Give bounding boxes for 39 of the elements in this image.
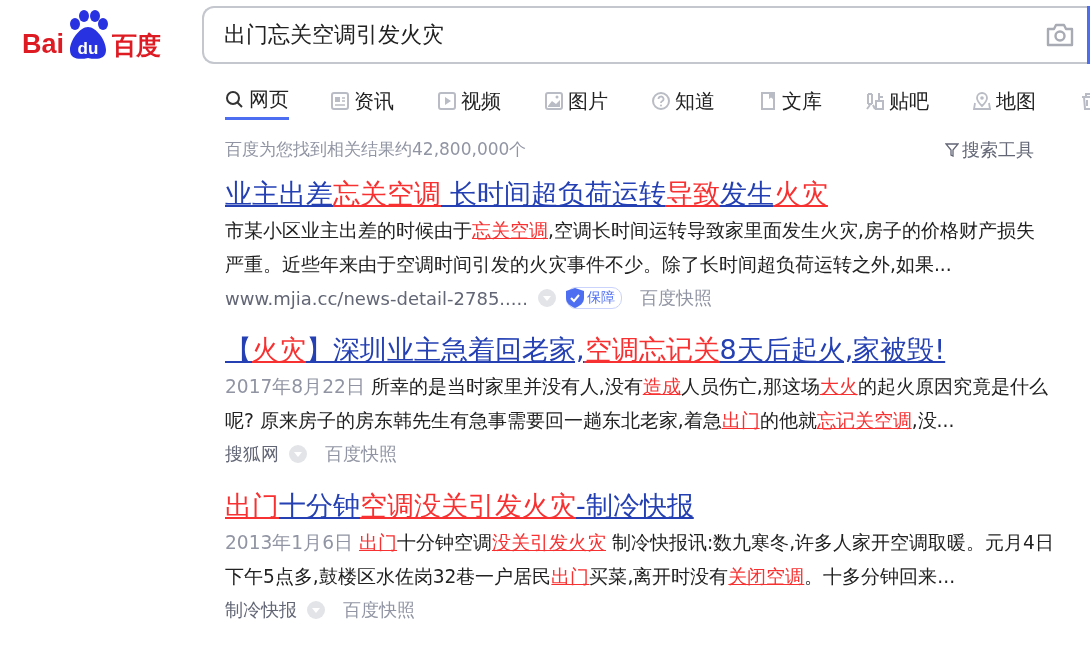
book-icon [758, 91, 778, 111]
verified-badge: 保障 [565, 287, 622, 309]
tab[interactable]: 贴吧 [865, 82, 972, 120]
dropdown-icon[interactable] [537, 289, 556, 307]
result-snippet: 2017年8月22日 所幸的是当时家里并没有人,没有造成人员伤亡,那这场大火的起火原因究竟是什么 [225, 375, 1049, 399]
result-snippet: 呢? 原来房子的房东韩先生有急事需要回一趟东北老家,着急出门的他就忘记关空调,没... [225, 409, 956, 433]
search-field[interactable]: 出门忘关空调引发火灾 [202, 6, 1087, 64]
tieba-icon [865, 91, 885, 111]
result-count: 百度为您找到相关结果约42,800,000个 [225, 138, 527, 161]
logo-text: 百度 [112, 33, 161, 58]
play-icon [437, 91, 457, 111]
tab[interactable]: 知道 [651, 82, 758, 120]
search-button[interactable] [1087, 6, 1090, 64]
result-snippet: 市某小区业主出差的时候由于忘关空调,空调长时间运转导致家里面发生火灾,房子的价格财产损失 [225, 219, 1036, 243]
tab[interactable]: 地图 [972, 82, 1079, 120]
search-icon [225, 89, 245, 110]
paw-logo: du [65, 10, 112, 62]
tab[interactable]: 文库 [758, 82, 865, 120]
result-snippet: 严重。近些年来由于空调时间引发的火灾事件不少。除了长时间超负荷运转之外,如果... [225, 253, 953, 277]
tab[interactable]: 视频 [437, 82, 544, 120]
filter-icon [945, 143, 959, 157]
search-tools-button[interactable]: 搜索工具 [945, 138, 1034, 162]
dropdown-icon[interactable] [307, 601, 325, 619]
news-icon [330, 91, 350, 111]
result-snippet: 下午5点多,鼓楼区水佐岗32巷一户居民出门买菜,离开时没有关闭空调。十多分钟回来... [225, 565, 957, 589]
result-source[interactable]: 制冷快报 [225, 598, 297, 622]
dropdown-icon[interactable] [289, 445, 307, 463]
logo-text: Bai [22, 31, 65, 58]
result-source[interactable]: 搜狐网 [225, 442, 279, 466]
question-icon [651, 91, 671, 111]
tab[interactable]: 网页 [225, 82, 289, 120]
map-pin-icon [972, 91, 992, 111]
tab[interactable]: 资讯 [330, 82, 437, 120]
camera-icon[interactable] [1045, 22, 1075, 48]
result-snippet: 2013年1月6日 出门十分钟空调没关引发火灾 制冷快报讯:数九寒冬,许多人家开空调取暖。元月4日 [225, 531, 1055, 555]
result-title-link[interactable]: 出门十分钟空调没关引发火灾-制冷快报 [225, 488, 694, 524]
result-source[interactable]: www.mjia.cc/news-detail-2785..... [225, 287, 528, 309]
tab[interactable]: 图片 [544, 82, 651, 120]
image-icon [544, 91, 564, 111]
